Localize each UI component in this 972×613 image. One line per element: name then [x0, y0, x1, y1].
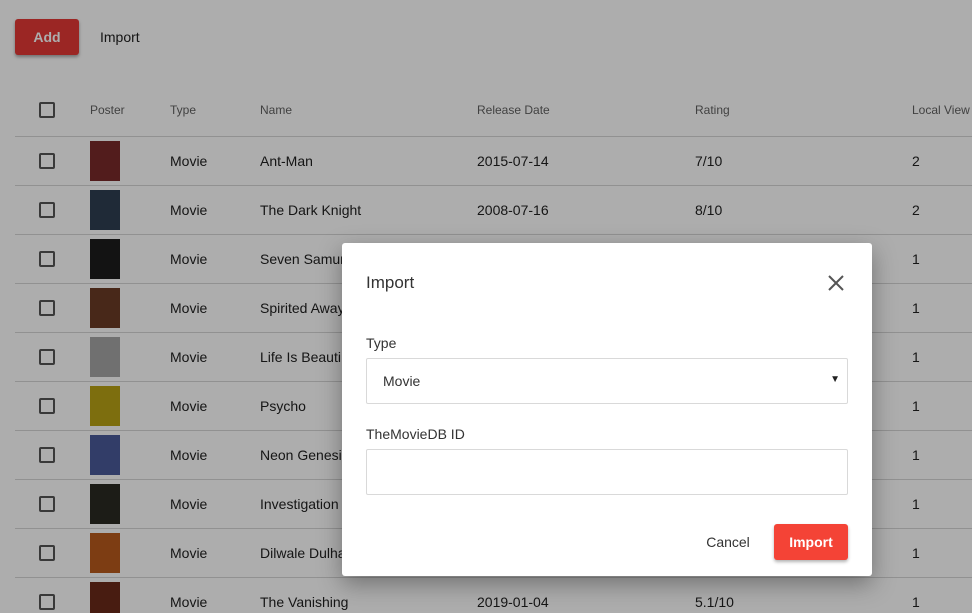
- tmdb-id-input[interactable]: [366, 449, 848, 495]
- dialog-import-button[interactable]: Import: [774, 524, 848, 560]
- type-select-value: Movie: [383, 373, 421, 389]
- close-icon: [828, 275, 844, 291]
- tmdb-id-label: TheMovieDB ID: [366, 426, 465, 442]
- type-select[interactable]: Movie ▼: [366, 358, 848, 404]
- type-label: Type: [366, 335, 397, 351]
- close-button[interactable]: [824, 271, 848, 295]
- dropdown-arrow-icon: ▼: [830, 374, 840, 385]
- cancel-button[interactable]: Cancel: [696, 524, 760, 560]
- dialog-title: Import: [366, 273, 415, 292]
- app-root: Add Import Poster Type Name Release Date…: [0, 0, 972, 613]
- import-dialog: Import Type Movie ▼ TheMovieDB ID Cancel…: [342, 243, 872, 576]
